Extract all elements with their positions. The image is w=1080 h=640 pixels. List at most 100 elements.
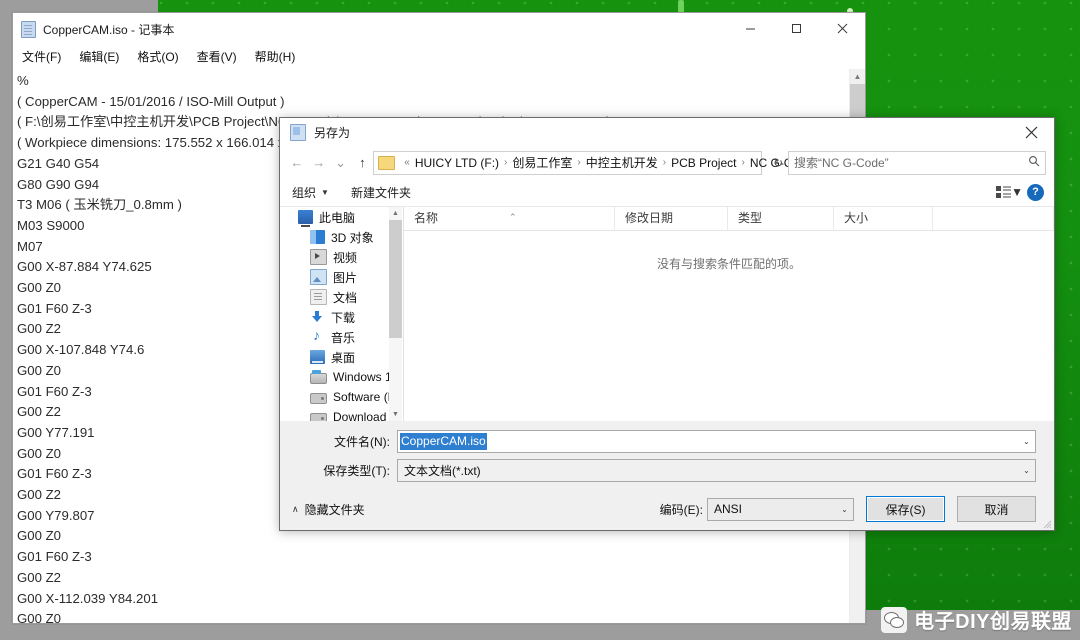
scrollbar-thumb[interactable] [389,220,402,338]
sidebar-item-this-pc[interactable]: 此电脑 [280,207,402,227]
scroll-down-icon[interactable]: ▼ [389,408,402,421]
close-icon[interactable] [819,13,865,44]
pictures-icon [310,269,327,285]
breadcrumb-item-3[interactable]: PCB Project [671,156,736,170]
recent-locations-icon[interactable]: ⌄ [330,151,352,175]
menu-item-edit[interactable]: 编辑(E) [79,48,119,65]
chevron-down-icon[interactable]: ⌄ [1018,437,1035,446]
filename-combobox[interactable]: CopperCAM.iso ⌄ [397,429,1036,453]
forward-arrow-icon[interactable]: → [308,151,330,175]
breadcrumb-item-drive[interactable]: HUICY LTD (F:) [415,156,499,170]
watermark: 电子DIY创易联盟 [881,605,1072,634]
toolbar-right-group: ▼ ? [996,183,1054,201]
notepad-title-text: CopperCAM.iso - 记事本 [43,22,175,37]
sidebar-item-label: 音乐 [331,330,356,345]
sidebar-item-download-e[interactable]: Download (E:) [280,407,402,421]
dialog-title-bar[interactable]: 另存为 [280,118,1054,147]
search-box[interactable]: 搜索“NC G-Code” [788,150,1046,175]
organize-button[interactable]: 组织 ▼ [292,184,329,201]
notepad-caption-buttons [727,13,865,45]
music-icon [310,327,325,344]
sidebar-item-videos[interactable]: 视频 [280,247,402,267]
hide-folders-label: 隐藏文件夹 [304,502,365,517]
notepad-title-bar[interactable]: CopperCAM.iso - 记事本 [13,13,865,45]
sidebar-item-label: 文档 [333,290,358,305]
encoding-value: ANSI [714,502,743,516]
navigation-pane-scrollbar[interactable]: ▲ ▼ [389,207,402,421]
filetype-dropdown[interactable]: 文本文档(*.txt) ⌄ [397,458,1036,482]
filename-label: 文件名(N): [334,434,390,449]
encoding-label: 编码(E): [659,502,703,517]
sidebar-item-label: 此电脑 [319,210,356,225]
sidebar-item-documents[interactable]: 文档 [280,287,402,307]
file-list-pane[interactable]: ⌃ 名称 修改日期 类型 大小 没有与搜索条件匹配的项。 [403,207,1054,421]
search-input[interactable]: 搜索“NC G-Code” [794,154,1028,171]
breadcrumb-item-2[interactable]: 中控主机开发 [586,154,658,171]
encoding-dropdown[interactable]: ANSI ⌄ [707,497,854,521]
chevron-down-icon[interactable]: ⌄ [836,505,853,514]
downloads-icon [310,310,325,324]
chevron-up-icon: ∧ [292,503,299,514]
navigation-pane[interactable]: 此电脑 3D 对象 视频 图片 文档 下载 ♪ 音乐 桌面 Windows So… [280,207,403,421]
wechat-logo-icon [881,606,908,633]
scroll-up-icon[interactable]: ▲ [389,207,402,220]
column-header-name[interactable]: ⌃ 名称 [404,207,615,230]
notepad-menu-bar[interactable]: 文件(F) 编辑(E) 格式(O) 查看(V) 帮助(H) [13,45,865,68]
column-label: 名称 [414,211,439,225]
drive-icon [310,392,327,404]
sidebar-item-3d-objects[interactable]: 3D 对象 [280,227,402,247]
drive-icon [310,412,327,421]
menu-item-file[interactable]: 文件(F) [22,48,61,65]
filename-input[interactable]: CopperCAM.iso [398,432,1018,451]
filename-selected-text: CopperCAM.iso [400,432,487,450]
maximize-icon[interactable] [773,13,819,44]
sidebar-item-software-d[interactable]: Software (D:) [280,387,402,407]
dialog-form-area: 文件名(N): CopperCAM.iso ⌄ 保存类型(T): 文本文档(*.… [280,421,1054,488]
hide-folders-toggle[interactable]: ∧ 隐藏文件夹 [292,501,365,518]
sidebar-item-windows-c[interactable]: Windows 10 (C:) [280,367,402,387]
desktop-icon [310,350,325,364]
column-header-date-modified[interactable]: 修改日期 [615,207,728,230]
filetype-row: 保存类型(T): 文本文档(*.txt) ⌄ [280,458,1054,482]
column-header-type[interactable]: 类型 [728,207,834,230]
sidebar-item-label: 桌面 [331,350,356,365]
chevron-down-icon: ▼ [1011,185,1023,199]
change-view-button[interactable]: ▼ [996,185,1023,199]
dialog-toolbar[interactable]: 组织 ▼ 新建文件夹 ▼ ? [280,178,1054,207]
cancel-button[interactable]: 取消 [957,496,1036,522]
3d-objects-icon [310,230,325,244]
back-arrow-icon[interactable]: ← [286,151,308,175]
new-folder-button[interactable]: 新建文件夹 [351,184,411,201]
watermark-text: 电子DIY创易联盟 [914,611,1072,633]
sidebar-item-label: 视频 [333,250,358,265]
menu-item-format[interactable]: 格式(O) [137,48,178,65]
resize-grip-icon[interactable] [1040,517,1052,529]
column-header-size[interactable]: 大小 [834,207,933,230]
scroll-up-icon[interactable]: ▲ [850,69,865,84]
breadcrumb-item-1[interactable]: 创易工作室 [512,154,572,171]
dialog-navigation-bar[interactable]: ← → ⌄ ↑ « HUICY LTD (F:) › 创易工作室 › 中控主机开… [280,147,1054,178]
filetype-value: 文本文档(*.txt) [404,463,481,478]
dialog-close-icon[interactable] [1009,118,1054,147]
breadcrumb-folder-icon [378,155,396,170]
chevron-down-icon[interactable]: ⌄ [1018,466,1035,475]
save-as-dialog[interactable]: 另存为 ← → ⌄ ↑ « HUICY LTD (F:) › 创易工作室 › 中… [279,117,1055,531]
breadcrumb-separator-icon: › [577,157,581,168]
sort-ascending-icon: ⌃ [509,212,517,222]
sidebar-item-downloads[interactable]: 下载 [280,307,402,327]
sidebar-item-music[interactable]: 音乐 [280,327,402,347]
menu-item-help[interactable]: 帮助(H) [255,48,296,65]
refresh-icon[interactable]: ↻ [768,152,788,174]
notepad-document-icon [21,20,36,38]
menu-item-view[interactable]: 查看(V) [197,48,237,65]
breadcrumb-overflow-icon[interactable]: « [399,157,415,168]
file-list-column-headers[interactable]: ⌃ 名称 修改日期 类型 大小 [404,207,1054,231]
sidebar-item-pictures[interactable]: 图片 [280,267,402,287]
minimize-icon[interactable] [727,13,773,44]
up-arrow-icon[interactable]: ↑ [351,151,373,175]
help-icon[interactable]: ? [1027,183,1044,201]
save-button[interactable]: 保存(S) [866,496,945,522]
breadcrumb[interactable]: « HUICY LTD (F:) › 创易工作室 › 中控主机开发 › PCB … [373,150,826,175]
videos-icon [310,249,327,265]
sidebar-item-desktop[interactable]: 桌面 [280,347,402,367]
